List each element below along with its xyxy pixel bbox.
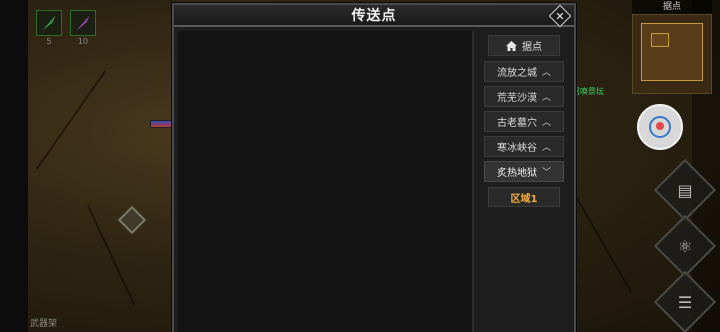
item-slot-1[interactable] [36,10,62,36]
potion-icon: ⚛ [677,236,693,256]
item-slot-2-count: 10 [77,37,89,46]
minimap[interactable] [632,14,712,94]
home-base-button[interactable]: 据点 [488,35,560,56]
region-label: 寒冰峡谷 [496,143,537,154]
home-icon [506,40,517,51]
chevron-up-icon: ︿ [541,93,551,103]
chevron-up-icon: ︿ [541,118,551,128]
region-label: 古老墓穴 [496,118,537,129]
minimap-title: 据点 [632,0,712,14]
region-item-scorching-hell[interactable]: 炙热地狱 ︿ [484,161,564,182]
chevron-up-icon: ︿ [541,143,551,153]
region-item-frost-canyon[interactable]: 寒冰峡谷 ︿ [484,136,564,157]
green-feather-icon [42,15,56,31]
region-label: 荒芜沙漠 [496,93,537,104]
floor-crack [570,187,632,293]
torch-object [150,120,172,128]
chevron-down-icon: ︿ [541,165,551,175]
zone-label: 区域1 [510,193,538,205]
weapon-rack-label: 武器架 [30,319,58,329]
map-marker-diamond [117,205,147,235]
region-item-exile-city[interactable]: 流放之城 ︿ [484,61,564,82]
list-icon: ☰ [677,292,693,312]
dialog-header: 传送点 ✕ [174,4,574,28]
region-label: 流放之城 [496,68,537,79]
region-item-barren-desert[interactable]: 荒芜沙漠 ︿ [484,86,564,107]
item-slot-1-count: 5 [46,37,52,46]
minimap-room [641,23,703,81]
item-slot-2[interactable] [70,10,96,36]
close-icon: ✕ [555,9,565,23]
left-border-band [0,0,28,332]
region-item-ancient-tomb[interactable]: 古老墓穴 ︿ [484,111,564,132]
region-sidebar: 据点 流放之城 ︿ 荒芜沙漠 ︿ 古老墓穴 ︿ 寒冰峡谷 ︿ 炙热地狱 ︿ 区域… [478,31,570,332]
home-base-label: 据点 [522,42,542,53]
scroll-icon: ▤ [677,180,693,200]
purple-feather-icon [76,15,90,31]
waypoint-content-area [178,31,474,332]
floor-crack [35,70,107,170]
npc-label: 召唤祭坛 [572,87,604,96]
teleport-dialog: 传送点 ✕ 据点 流放之城 ︿ 荒芜沙漠 ︿ 古老墓穴 ︿ 寒冰峡谷 ︿ 炙热地… [172,3,576,332]
pet-icon [649,116,671,138]
pet-avatar-button[interactable] [637,104,683,150]
chevron-up-icon: ︿ [541,68,551,78]
minimap-room [651,33,669,47]
zone-button-1[interactable]: 区域1 [488,187,560,207]
region-label: 炙热地狱 [496,168,537,179]
dialog-title: 传送点 [351,8,397,24]
